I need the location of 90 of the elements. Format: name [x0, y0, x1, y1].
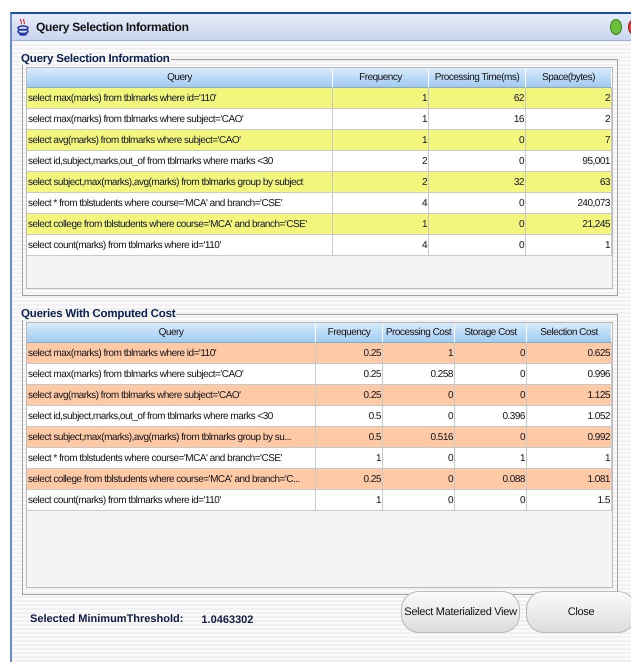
table-cell: 1: [455, 448, 527, 469]
table-cell: 0.25: [316, 364, 383, 385]
threshold-value: 1.0463302: [201, 613, 254, 626]
column-header[interactable]: Frequency: [333, 68, 429, 88]
table-cell: select avg(marks) from tblmarks where subject='CAO': [27, 385, 316, 406]
table-cell: 0: [455, 343, 527, 364]
table-cell: select max(marks) from tblmarks where subject='CAO': [27, 364, 316, 385]
table-cell: 1: [333, 214, 429, 235]
table-cell: select max(marks) from tblmarks where subject='CAO': [27, 109, 333, 130]
table-cell: 0.516: [383, 427, 455, 448]
table-cell: select * from tblstudents where course='MCA' and branch='CSE': [27, 448, 316, 469]
table-cell: 1: [316, 448, 383, 469]
table-cell: select count(marks) from tblmarks where id='110': [27, 235, 333, 256]
table-cell: 2: [333, 151, 429, 172]
table-cell: 0.396: [455, 406, 527, 427]
table-cell: select subject,max(marks),avg(marks) from tblmarks group by subject: [27, 172, 333, 193]
table-cell: 0.992: [527, 427, 612, 448]
table-cell: 1.052: [527, 406, 612, 427]
table-cell: select count(marks) from tblmarks where id='110': [27, 490, 316, 511]
table-cell: 0.625: [527, 343, 612, 364]
column-header[interactable]: Space(bytes): [526, 68, 612, 88]
table-cell: 0: [455, 385, 527, 406]
table-cell: 0: [383, 469, 455, 490]
table-cell: 7: [526, 130, 612, 151]
table-cell: select id,subject,marks,out_of from tblmarks where marks <30: [27, 151, 333, 172]
table-cell: 4: [333, 193, 429, 214]
table-cell: 0.088: [455, 469, 527, 490]
table-cell: 0: [429, 235, 526, 256]
table-cell: 1: [333, 130, 429, 151]
table-cell: select id,subject,marks,out_of from tblmarks where marks <30: [27, 406, 316, 427]
table-cell: 0: [429, 130, 526, 151]
column-header[interactable]: Storage Cost: [455, 323, 527, 343]
section-title: Queries With Computed Cost: [20, 308, 176, 320]
table-cell: 1.081: [527, 469, 612, 490]
table-cell: 0.5: [316, 406, 383, 427]
table-cell: select college from tblstudents where course='MCA' and branch='CSE': [27, 214, 333, 235]
column-header[interactable]: Query: [27, 323, 316, 343]
table-cell: 2: [526, 109, 612, 130]
coffee-cup-icon: [16, 18, 30, 36]
section-title: Query Selection Information: [20, 53, 171, 65]
table-cell: 0.258: [383, 364, 455, 385]
table-cell: 0: [455, 364, 527, 385]
select-view-button[interactable]: Select Materialized View: [401, 591, 520, 633]
table-cell: select avg(marks) from tblmarks where subject='CAO': [27, 130, 333, 151]
table-cell: 16: [429, 109, 526, 130]
table-cell: 95,001: [526, 151, 612, 172]
table-cell: 21,245: [526, 214, 612, 235]
table-cell: 62: [429, 88, 526, 109]
table-cell: 0.5: [316, 427, 383, 448]
table-cell: 240,073: [526, 193, 612, 214]
table-cell: 1.125: [527, 385, 612, 406]
table-cell: select college from tblstudents where course='MCA' and branch='C...: [27, 469, 316, 490]
column-header[interactable]: Selection Cost: [527, 323, 612, 343]
table-cell: 1: [316, 490, 383, 511]
table-cell: 0.996: [527, 364, 612, 385]
table-cell: 63: [526, 172, 612, 193]
window-title: Query Selection Information: [36, 20, 190, 34]
table-cell: 0: [383, 490, 455, 511]
column-header[interactable]: Processing Cost: [383, 323, 455, 343]
table-cell: 1: [526, 235, 612, 256]
table-cell: 0.25: [316, 469, 383, 490]
table-cell: select * from tblstudents where course='MCA' and branch='CSE': [27, 193, 333, 214]
minimize-button[interactable]: [610, 19, 622, 35]
table-cell: 4: [333, 235, 429, 256]
table-cell: 0: [383, 448, 455, 469]
table-cell: 2: [333, 172, 429, 193]
column-header[interactable]: Processing Time(ms): [429, 68, 526, 88]
table-cell: 1: [333, 88, 429, 109]
table-cell: select max(marks) from tblmarks where id='110': [27, 88, 333, 109]
table-cell: 0: [455, 490, 527, 511]
table-cell: 0: [383, 385, 455, 406]
column-header[interactable]: Query: [27, 68, 333, 88]
table-cell: 0: [383, 406, 455, 427]
table-cell: 0.25: [316, 343, 383, 364]
table-cell: 0.25: [316, 385, 383, 406]
column-header[interactable]: Frequency: [316, 323, 383, 343]
table-cell: select max(marks) from tblmarks where id='110': [27, 343, 316, 364]
table-cell: 0: [429, 214, 526, 235]
threshold-label: Selected MinimumThreshold:: [30, 613, 184, 625]
table-cell: 0: [429, 193, 526, 214]
close-button[interactable]: Close: [526, 591, 631, 633]
table-cell: 0: [429, 151, 526, 172]
table-cell: 1.5: [527, 490, 612, 511]
table-cell: 32: [429, 172, 526, 193]
table-cell: 1: [333, 109, 429, 130]
table-cell: 0: [455, 427, 527, 448]
table-cell: 2: [526, 88, 612, 109]
table-cell: 1: [383, 343, 455, 364]
table-cell: select subject,max(marks),avg(marks) from tblmarks group by su...: [27, 427, 316, 448]
table-cell: 1: [527, 448, 612, 469]
